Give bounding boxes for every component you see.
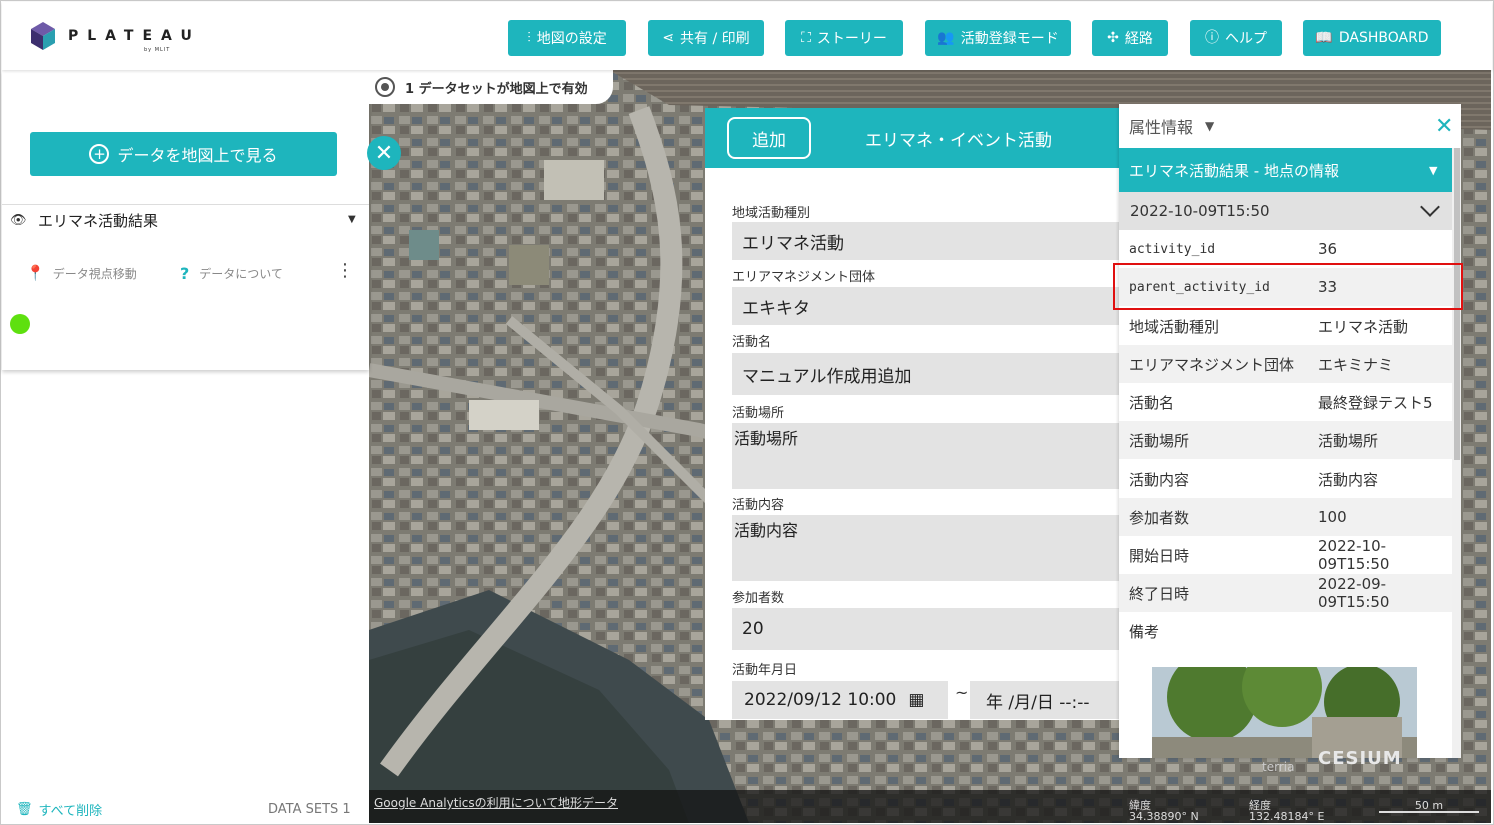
users-icon: 👥 xyxy=(937,30,955,46)
activity-register-mode-button[interactable]: 👥 活動登録モード xyxy=(925,20,1071,56)
latitude-value: 34.38890° N xyxy=(1129,810,1199,823)
feature-section-title[interactable]: エリマネ活動結果 - 地点の情報 xyxy=(1119,148,1452,192)
map-status-bar: Google Analyticsの利用について 地形データ 緯度 34.3889… xyxy=(369,790,1491,823)
story-button[interactable]: ⛶ ストーリー xyxy=(785,20,903,56)
divider xyxy=(2,204,369,205)
start-datetime-field[interactable]: 2022/09/12 10:00 ▦ xyxy=(732,681,948,719)
content-label: 活動内容 xyxy=(732,498,785,513)
add-button[interactable]: 追加 xyxy=(727,117,811,159)
plateau-cube-icon xyxy=(31,22,55,50)
google-analytics-link[interactable]: Google Analyticsの利用について xyxy=(374,794,558,811)
help-icon: ⓘ xyxy=(1205,30,1219,46)
feature-info-header[interactable]: 属性情報 ▼ xyxy=(1119,104,1461,148)
time-select[interactable]: 2022-10-09T15:50 xyxy=(1119,192,1452,230)
close-icon[interactable]: ✕ xyxy=(1435,114,1453,139)
cesium-logo[interactable]: CESIUM xyxy=(1318,748,1402,769)
active-datasets-pill[interactable]: 1 データセットが地図上で有効 xyxy=(369,70,613,104)
caret-down-icon: ▼ xyxy=(1205,119,1215,133)
legend-marker xyxy=(10,314,30,334)
trash-icon: 🗑 xyxy=(16,802,33,817)
plateau-logo: PLATEAU by MLIT xyxy=(30,20,192,56)
map-pin-icon: 📍 xyxy=(26,264,45,282)
photo-image xyxy=(1152,667,1417,758)
activity-form-panel: 追加 エリマネ・イベント活動 地域活動種別 エリマネ活動 エリアマネジメント団体… xyxy=(705,108,1119,720)
terrain-data-link[interactable]: 地形データ xyxy=(558,794,618,811)
close-icon: ✕ xyxy=(374,140,394,166)
activity-name-label: 活動名 xyxy=(732,335,772,350)
parent-activity-highlight-box xyxy=(1113,263,1463,310)
date-label: 活動年月日 xyxy=(732,663,798,678)
logo-subtext: by MLIT xyxy=(144,47,171,53)
attr-row: 参加者数 100 xyxy=(1119,498,1452,536)
org-label: エリアマネジメント団体 xyxy=(732,270,876,285)
left-panel: + データを地図上で見る 👁 エリマネ活動結果 ▼ 📍 データ視点移動 ? デー… xyxy=(2,70,369,823)
participants-field[interactable]: 20 xyxy=(732,608,1119,650)
sliders-icon: ⫶ xyxy=(527,30,531,46)
attr-row: エリアマネジメント団体 エキミナミ xyxy=(1119,345,1452,383)
caret-down-icon[interactable]: ▼ xyxy=(348,214,356,225)
attr-row: 活動場所 活動場所 xyxy=(1119,421,1452,459)
logo-text: PLATEAU xyxy=(68,28,201,44)
activity-type-field[interactable]: エリマネ活動 xyxy=(732,222,1119,260)
attr-row: 地域活動種別 エリマネ活動 xyxy=(1129,317,1409,336)
activity-name-field[interactable]: マニュアル作成用追加 xyxy=(732,353,1119,395)
range-tilde: ~ xyxy=(955,683,969,702)
place-textarea[interactable]: 活動場所 xyxy=(732,423,1119,489)
attr-row: 開始日時 2022-10-09T15:50 xyxy=(1129,537,1390,573)
story-icon: ⛶ xyxy=(801,30,811,46)
attr-row: 活動内容 活動内容 xyxy=(1129,470,1379,489)
dashboard-button[interactable]: 📖 DASHBOARD xyxy=(1303,20,1441,56)
feature-info-panel: 属性情報 ▼ ✕ エリマネ活動結果 - 地点の情報 ▼ 2022-10-09T1… xyxy=(1119,104,1461,758)
activity-type-label: 地域活動種別 xyxy=(732,206,811,221)
place-label: 活動場所 xyxy=(732,406,785,421)
layers-radio-icon xyxy=(375,77,395,97)
participants-label: 参加者数 xyxy=(732,591,785,606)
workbench-card: + データを地図上で見る 👁 エリマネ活動結果 ▼ 📍 データ視点移動 ? デー… xyxy=(2,70,369,370)
delete-all-button[interactable]: 🗑 すべて削除 xyxy=(16,800,102,819)
activity-photo xyxy=(1152,667,1417,758)
content-textarea[interactable]: 活動内容 xyxy=(732,515,1119,581)
more-options-icon[interactable]: ⋮ xyxy=(336,262,354,280)
calendar-icon[interactable]: ▦ xyxy=(908,690,924,710)
question-icon: ? xyxy=(180,264,190,283)
book-icon: 📖 xyxy=(1315,30,1333,46)
share-print-button[interactable]: ⋖ 共有 / 印刷 xyxy=(648,20,764,56)
route-icon: ✣ xyxy=(1107,30,1119,46)
org-field[interactable]: エキキタ xyxy=(732,287,1119,325)
datasets-count: DATA SETS 1 xyxy=(268,802,351,817)
end-datetime-field[interactable]: 年 /月/日 --:-- xyxy=(970,681,1119,719)
close-panel-button[interactable]: ✕ xyxy=(367,136,401,170)
longitude-value: 132.48184° E xyxy=(1249,810,1325,823)
form-title: エリマネ・イベント活動 xyxy=(865,131,1052,151)
form-header: 追加 エリマネ・イベント活動 xyxy=(705,108,1119,168)
route-button[interactable]: ✣ 経路 xyxy=(1092,20,1168,56)
scale-bar: 50 m xyxy=(1379,799,1479,813)
plus-circle-icon: + xyxy=(89,144,110,164)
caret-down-icon[interactable]: ▼ xyxy=(1429,164,1437,177)
share-icon: ⋖ xyxy=(662,30,675,46)
map-settings-button[interactable]: ⫶ 地図の設定 xyxy=(508,20,626,56)
about-data-button[interactable]: ? データについて xyxy=(180,264,283,283)
view-data-on-map-button[interactable]: + データを地図上で見る xyxy=(30,132,337,176)
attr-row: 終了日時 2022-09-09T15:50 xyxy=(1119,574,1452,612)
top-toolbar: PLATEAU by MLIT ⫶ 地図の設定 ⋖ 共有 / 印刷 ⛶ ストーリー 👥… xyxy=(2,2,1492,70)
terria-logo: terria xyxy=(1262,760,1295,774)
zoom-to-data-button[interactable]: 📍 データ視点移動 xyxy=(26,264,137,282)
attr-row: 備考 xyxy=(1129,622,1160,641)
help-button[interactable]: ⓘ ヘルプ xyxy=(1190,20,1282,56)
layer-title: エリマネ活動結果 xyxy=(38,212,159,230)
eye-icon[interactable]: 👁 xyxy=(10,213,27,228)
attr-row: 活動名 最終登録テスト5 xyxy=(1129,393,1433,412)
